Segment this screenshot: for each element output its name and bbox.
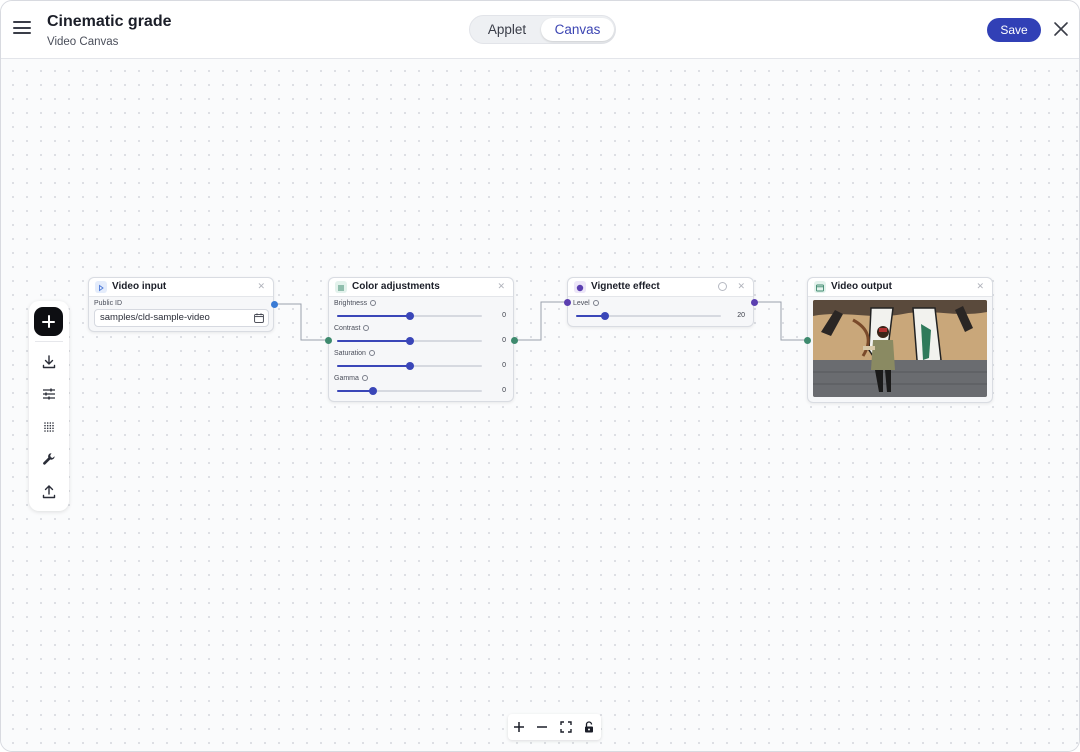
output-handle[interactable] bbox=[510, 336, 518, 344]
slider-fill bbox=[337, 365, 410, 367]
zoom-controls bbox=[508, 714, 601, 740]
node-video-input[interactable]: Video input ✕ Public ID samples/cld-samp… bbox=[88, 277, 274, 332]
add-icon[interactable] bbox=[34, 307, 63, 336]
input-handle[interactable] bbox=[803, 336, 811, 344]
slider-thumb[interactable] bbox=[405, 312, 414, 320]
slider-label: Level bbox=[573, 300, 590, 307]
brightness-value: 0 bbox=[502, 312, 506, 319]
page-subtitle: Video Canvas bbox=[47, 36, 119, 48]
slider-thumb[interactable] bbox=[405, 362, 414, 370]
upload-icon[interactable] bbox=[40, 483, 58, 501]
close-icon[interactable] bbox=[1052, 20, 1070, 38]
slider-label: Brightness bbox=[334, 300, 368, 307]
public-id-value: samples/cld-sample-video bbox=[100, 312, 210, 323]
node-title: Color adjustments bbox=[352, 281, 440, 292]
view-switcher: Applet Canvas bbox=[469, 15, 616, 44]
download-icon[interactable] bbox=[40, 353, 58, 371]
monitor-icon bbox=[814, 281, 826, 293]
page-title: Cinematic grade bbox=[47, 13, 172, 30]
slider-fill bbox=[337, 340, 410, 342]
lock-icon[interactable] bbox=[582, 720, 596, 734]
app-window: Cinematic grade Video Canvas Applet Canv… bbox=[0, 0, 1080, 752]
info-icon[interactable] bbox=[361, 375, 368, 381]
brightness-slider[interactable] bbox=[337, 312, 482, 320]
wrench-icon[interactable] bbox=[40, 450, 58, 468]
slider-label: Contrast bbox=[334, 325, 361, 332]
vignette-icon bbox=[574, 281, 586, 293]
slider-label: Saturation bbox=[334, 350, 366, 357]
tab-applet[interactable]: Applet bbox=[474, 18, 540, 41]
level-label: Level bbox=[573, 300, 599, 307]
tab-canvas[interactable]: Canvas bbox=[541, 18, 614, 41]
brightness-label: Brightness bbox=[334, 300, 377, 307]
public-id-input[interactable]: samples/cld-sample-video bbox=[94, 309, 269, 327]
slider-thumb[interactable] bbox=[369, 387, 378, 395]
saturation-label: Saturation bbox=[334, 350, 375, 357]
info-icon[interactable] bbox=[363, 325, 370, 331]
saturation-slider[interactable] bbox=[337, 362, 482, 370]
node-title: Video input bbox=[112, 281, 167, 292]
close-icon[interactable]: ✕ bbox=[257, 281, 265, 292]
node-header[interactable]: Video output ✕ bbox=[808, 278, 992, 297]
adjustments-icon bbox=[335, 281, 347, 293]
contrast-label: Contrast bbox=[334, 325, 370, 332]
grid-icon[interactable] bbox=[40, 418, 58, 436]
info-icon[interactable] bbox=[718, 282, 727, 291]
toolbar-divider bbox=[35, 341, 63, 342]
slider-label: Gamma bbox=[334, 375, 359, 382]
zoom-out-icon[interactable] bbox=[535, 720, 549, 734]
node-color-adjustments[interactable]: Color adjustments ✕ Brightness 0 Contras… bbox=[328, 277, 514, 402]
contrast-slider[interactable] bbox=[337, 337, 482, 345]
close-icon[interactable]: ✕ bbox=[976, 281, 984, 292]
saturation-value: 0 bbox=[502, 362, 506, 369]
calendar-icon[interactable] bbox=[254, 313, 264, 323]
output-handle[interactable] bbox=[750, 298, 758, 306]
sliders-icon[interactable] bbox=[40, 385, 58, 403]
node-title: Video output bbox=[831, 281, 892, 292]
gamma-value: 0 bbox=[502, 387, 506, 394]
input-handle[interactable] bbox=[324, 336, 332, 344]
node-vignette-effect[interactable]: Vignette effect ✕ Level 20 bbox=[567, 277, 754, 327]
zoom-in-icon[interactable] bbox=[512, 720, 526, 734]
level-slider[interactable] bbox=[576, 312, 721, 320]
node-title: Vignette effect bbox=[591, 281, 660, 292]
slider-thumb[interactable] bbox=[405, 337, 414, 345]
slider-fill bbox=[337, 315, 410, 317]
output-handle[interactable] bbox=[270, 300, 278, 308]
slider-thumb[interactable] bbox=[601, 312, 609, 320]
node-header[interactable]: Vignette effect ✕ bbox=[568, 278, 753, 297]
contrast-value: 0 bbox=[502, 337, 506, 344]
input-handle[interactable] bbox=[563, 298, 571, 306]
menu-icon[interactable] bbox=[13, 21, 31, 37]
node-header[interactable]: Color adjustments ✕ bbox=[329, 278, 513, 297]
info-icon[interactable] bbox=[370, 300, 377, 306]
close-icon[interactable]: ✕ bbox=[497, 281, 505, 292]
level-value: 20 bbox=[737, 312, 745, 319]
workflow-canvas[interactable] bbox=[1, 59, 1079, 751]
header-bar: Cinematic grade Video Canvas Applet Canv… bbox=[1, 1, 1079, 59]
fit-view-icon[interactable] bbox=[559, 720, 573, 734]
node-toolbar bbox=[29, 301, 69, 511]
info-icon[interactable] bbox=[368, 350, 375, 356]
video-preview[interactable] bbox=[813, 300, 987, 397]
node-header[interactable]: Video input ✕ bbox=[89, 278, 273, 297]
save-button[interactable]: Save bbox=[987, 18, 1041, 42]
gamma-slider[interactable] bbox=[337, 387, 482, 395]
video-thumbnail bbox=[813, 300, 987, 397]
play-icon bbox=[95, 281, 107, 293]
close-icon[interactable]: ✕ bbox=[737, 281, 745, 292]
public-id-label: Public ID bbox=[94, 300, 123, 307]
slider-fill bbox=[337, 390, 374, 392]
gamma-label: Gamma bbox=[334, 375, 368, 382]
info-icon[interactable] bbox=[592, 300, 599, 306]
node-video-output[interactable]: Video output ✕ bbox=[807, 277, 993, 403]
